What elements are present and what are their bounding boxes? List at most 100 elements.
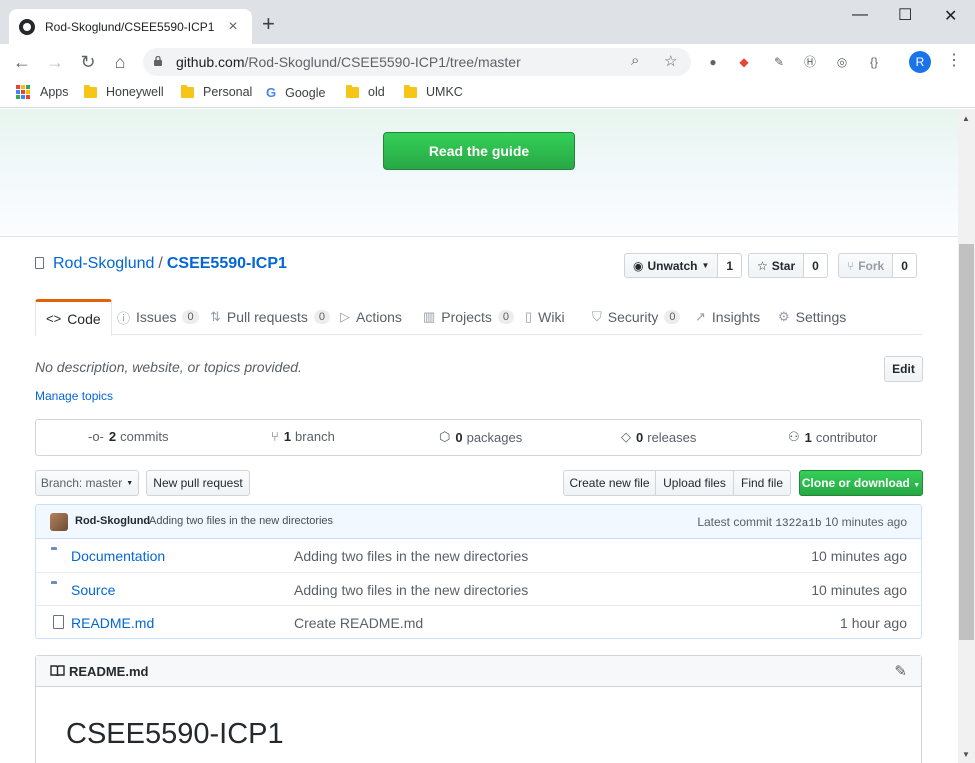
bookmark-umkc[interactable]: UMKC <box>404 84 463 99</box>
read-guide-button[interactable]: Read the guide <box>383 132 575 170</box>
fork-count[interactable]: 0 <box>893 253 917 278</box>
summary-count: 1 <box>804 429 812 445</box>
file-name-link[interactable]: README.md <box>71 615 154 631</box>
summary-label: branch <box>295 429 335 444</box>
extension-circle-icon[interactable]: ● <box>705 54 721 70</box>
extension-brackets-icon[interactable]: ◎ <box>834 54 850 70</box>
caret-down-icon: ▼ <box>701 261 710 270</box>
tab-pull-requests[interactable]: ⇅ Pull requests 0 <box>200 299 340 335</box>
file-commit-message[interactable]: Adding two files in the new directories <box>294 548 528 564</box>
commit-author-link[interactable]: Rod-Skoglund <box>75 515 150 527</box>
repo-summary-bar: -o- 2 commits ⑂ 1 branch ⬡ 0 packages ◇ 0 releas… <box>35 419 922 456</box>
extension-json-icon[interactable]: {} <box>866 54 882 70</box>
watch-count[interactable]: 1 <box>718 253 743 278</box>
file-commit-message[interactable]: Adding two files in the new directories <box>294 582 528 598</box>
browser-titlebar: Rod-Skoglund/CSEE5590-ICP1 × + — ☐ ✕ <box>0 0 975 44</box>
tab-security[interactable]: ⛉ Security 0 <box>582 299 690 335</box>
new-tab-button[interactable]: + <box>262 13 275 35</box>
summary-label: releases <box>647 429 697 445</box>
contributors-link[interactable]: ⚇ 1 contributor <box>788 429 877 445</box>
unwatch-button[interactable]: ◉ Unwatch ▼ <box>624 253 719 278</box>
new-pull-request-button[interactable]: New pull request <box>146 470 250 496</box>
manage-topics-link[interactable]: Manage topics <box>35 389 113 403</box>
pencil-icon[interactable]: ✎ <box>894 662 907 680</box>
tab-insights[interactable]: ↗ Insights <box>685 299 770 335</box>
find-file-button[interactable]: Find file <box>733 470 791 496</box>
fork-button[interactable]: ⑂ Fork <box>838 253 894 278</box>
back-button[interactable]: ← <box>10 50 34 74</box>
tab-label: Actions <box>356 309 402 325</box>
commits-link[interactable]: -o- 2 commits <box>88 429 169 444</box>
browser-tab[interactable]: Rod-Skoglund/CSEE5590-ICP1 × <box>9 9 252 44</box>
file-name-link[interactable]: Source <box>71 582 115 598</box>
upload-files-button[interactable]: Upload files <box>655 470 734 496</box>
close-window-button[interactable]: ✕ <box>944 6 957 26</box>
summary-count: 1 <box>283 429 292 444</box>
scrollbar-thumb[interactable] <box>959 244 974 640</box>
tab-actions[interactable]: ▷ Actions <box>330 299 412 335</box>
scroll-down-arrow-icon[interactable]: ▼ <box>962 750 970 759</box>
tab-close-icon[interactable]: × <box>224 18 242 36</box>
caret-down-icon: ▼ <box>913 482 921 489</box>
branch-icon: ⑂ <box>271 429 279 444</box>
commit-message-link[interactable]: Adding two files in the new directories <box>149 515 333 527</box>
folder-icon <box>181 84 194 98</box>
browser-menu-icon[interactable]: ⋮ <box>946 50 962 70</box>
tab-projects[interactable]: ▥ Projects 0 <box>413 299 524 335</box>
branches-link[interactable]: ⑂ 1 branch <box>271 429 335 444</box>
bookmark-label: Apps <box>40 85 69 99</box>
address-bar[interactable]: github.com/Rod-Skoglund/CSEE5590-ICP1/tr… <box>143 48 691 76</box>
tab-wiki[interactable]: ▯ Wiki <box>515 299 575 335</box>
home-button[interactable]: ⌂ <box>108 50 132 74</box>
tab-issues[interactable]: ⓘ Issues 0 <box>107 299 209 335</box>
reload-button[interactable]: ↻ <box>76 50 100 74</box>
google-icon: G <box>266 85 277 100</box>
repo-owner-link[interactable]: Rod-Skoglund <box>53 255 154 272</box>
bookmark-star-icon[interactable]: ☆ <box>664 52 677 70</box>
bookmark-personal[interactable]: Personal <box>181 84 252 99</box>
book-icon: ▯ <box>525 309 533 324</box>
bookmark-apps[interactable]: Apps <box>16 85 69 99</box>
extension-cast-icon[interactable]: ◆ <box>736 54 752 70</box>
packages-link[interactable]: ⬡ 0 packages <box>439 429 522 445</box>
latest-commit-info: Latest commit 1322a1b 10 minutes ago <box>697 515 907 530</box>
bookmark-google[interactable]: G Google <box>266 85 325 100</box>
repo-name-link[interactable]: CSEE5590-ICP1 <box>167 255 287 272</box>
extension-pen-icon[interactable]: ✎ <box>771 54 787 70</box>
minimize-button[interactable]: — <box>852 6 868 24</box>
branch-select-label: Branch: master <box>40 476 123 490</box>
tab-counter: 0 <box>313 310 330 324</box>
avatar[interactable] <box>50 513 68 531</box>
commit-age: 10 minutes ago <box>824 515 907 529</box>
tab-settings[interactable]: ⚙ Settings <box>768 299 856 335</box>
commit-sha-link[interactable]: 1322a1b <box>775 518 821 530</box>
star-icon: ☆ <box>757 258 768 273</box>
profile-avatar[interactable]: R <box>909 51 931 73</box>
bookmark-old[interactable]: old <box>346 84 385 99</box>
browser-toolbar: ← → ↻ ⌂ github.com/Rod-Skoglund/CSEE5590… <box>0 44 975 80</box>
tag-icon: ◇ <box>621 429 631 444</box>
folder-icon <box>404 84 417 98</box>
scroll-up-arrow-icon[interactable]: ▲ <box>962 114 970 123</box>
create-new-file-button[interactable]: Create new file <box>563 470 656 496</box>
summary-label: commits <box>120 429 169 444</box>
url-host: github.com <box>176 54 245 70</box>
edit-description-button[interactable]: Edit <box>884 356 923 382</box>
table-row: Source Adding two files in the new direc… <box>36 572 921 605</box>
releases-link[interactable]: ◇ 0 releases <box>621 429 696 445</box>
star-button[interactable]: ☆ Star <box>748 253 805 278</box>
extension-h-icon[interactable]: Ⓗ <box>802 54 818 70</box>
file-table: Rod-Skoglund Adding two files in the new… <box>35 504 922 639</box>
maximize-button[interactable]: ☐ <box>898 5 912 25</box>
tab-code[interactable]: <> Code <box>35 299 112 336</box>
branch-select[interactable]: Branch: master ▼ <box>35 470 139 496</box>
star-count[interactable]: 0 <box>804 253 828 278</box>
clone-download-button[interactable]: Clone or download ▼ <box>799 470 923 496</box>
file-commit-message[interactable]: Create README.md <box>294 615 423 631</box>
file-name-link[interactable]: Documentation <box>71 548 165 564</box>
forward-button[interactable]: → <box>43 50 67 74</box>
search-icon[interactable]: ⌕ <box>631 52 639 69</box>
file-age: 10 minutes ago <box>811 582 907 598</box>
bookmark-honeywell[interactable]: Honeywell <box>84 84 164 99</box>
repo-description: No description, website, or topics provi… <box>35 359 302 375</box>
